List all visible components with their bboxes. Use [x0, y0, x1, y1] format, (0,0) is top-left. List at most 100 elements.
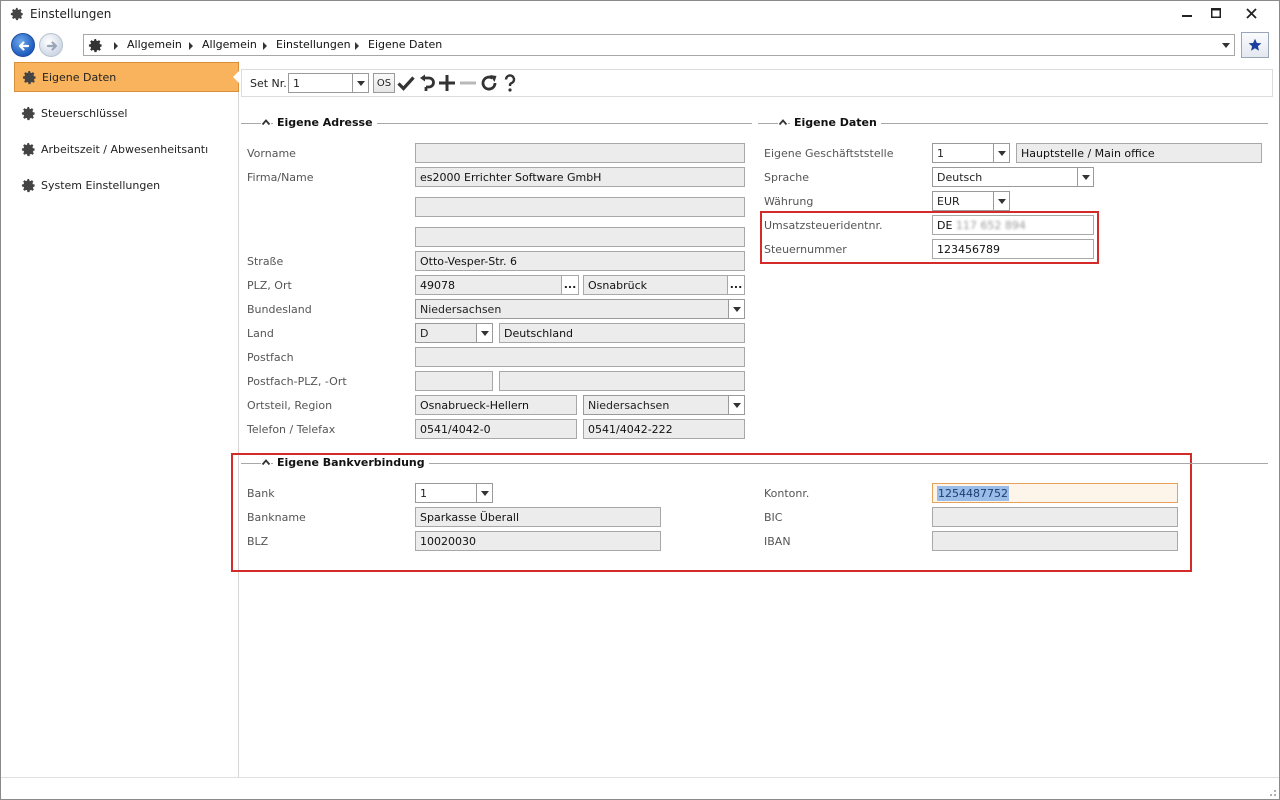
breadcrumb-item[interactable]: Einstellungen — [276, 38, 351, 51]
iban-label: IBAN — [764, 535, 791, 548]
breadcrumb[interactable]: Allgemein Allgemein Einstellungen Eigene… — [83, 34, 1235, 56]
bank-select[interactable]: 1 — [415, 483, 493, 503]
telefax-field[interactable]: 0541/4042-222 — [583, 419, 745, 439]
set-number-value: 1 — [293, 77, 300, 90]
breadcrumb-item[interactable]: Allgemein — [202, 38, 257, 51]
telefon-field[interactable]: 0541/4042-0 — [415, 419, 577, 439]
blz-value: 10020030 — [420, 535, 476, 548]
postfach-field[interactable] — [415, 347, 745, 367]
plz-value: 49078 — [420, 279, 455, 292]
close-button[interactable] — [1234, 1, 1268, 25]
help-icon[interactable] — [500, 73, 520, 93]
plz-ort-label: PLZ, Ort — [247, 279, 292, 292]
ust-field[interactable]: DE 117 652 894 — [932, 215, 1094, 235]
chevron-up-icon[interactable] — [261, 458, 271, 466]
sidebar-item-label: Eigene Daten — [42, 70, 117, 84]
firma-field-1[interactable]: es2000 Errichter Software GmbH — [415, 167, 745, 187]
ort-lookup-button[interactable]: ... — [727, 275, 745, 295]
chevron-down-icon[interactable] — [476, 324, 492, 342]
chevron-down-icon[interactable] — [1077, 168, 1093, 186]
land-name-field[interactable]: Deutschland — [499, 323, 745, 343]
undo-icon[interactable] — [417, 73, 437, 93]
settings-window: Einstellungen Allgemein Allgemein Einste… — [0, 0, 1280, 800]
sidebar-item-arbeitszeit[interactable]: Arbeitszeit / Abwesenheitsantı — [14, 134, 239, 164]
plz-field[interactable]: 49078 — [415, 275, 563, 295]
strasse-field[interactable]: Otto-Vesper-Str. 6 — [415, 251, 745, 271]
land-code-value: D — [420, 327, 429, 340]
chevron-down-icon[interactable] — [352, 74, 368, 92]
add-icon[interactable] — [437, 73, 457, 93]
chevron-down-icon[interactable] — [728, 396, 744, 414]
breadcrumb-item[interactable]: Eigene Daten — [368, 38, 442, 51]
sidebar-item-steuerschluessel[interactable]: Steuerschlüssel — [14, 98, 239, 128]
kontonr-label: Kontonr. — [764, 487, 810, 500]
chevron-up-icon[interactable] — [778, 118, 788, 126]
sidebar-item-eigene-daten[interactable]: Eigene Daten — [14, 62, 239, 92]
land-name-value: Deutschland — [504, 327, 574, 340]
waehrung-select[interactable]: EUR — [932, 191, 1010, 211]
chevron-down-icon[interactable] — [728, 300, 744, 318]
firma-label: Firma/Name — [247, 171, 314, 184]
chevron-up-icon[interactable] — [261, 118, 271, 126]
set-number-select[interactable]: 1 — [288, 73, 369, 93]
postfach-plz-field[interactable] — [415, 371, 493, 391]
geschaeftsstelle-name-value: Hauptstelle / Main office — [1021, 147, 1155, 160]
maximize-button[interactable] — [1199, 1, 1233, 25]
forward-button[interactable] — [39, 33, 63, 57]
checkmark-icon[interactable] — [396, 73, 416, 93]
record-toolbar: Set Nr. 1 OS — [241, 69, 1273, 97]
ort-field[interactable]: Osnabrück — [583, 275, 729, 295]
gear-icon — [22, 70, 36, 84]
chevron-down-icon[interactable] — [993, 192, 1009, 210]
breadcrumb-separator-icon — [114, 42, 118, 50]
favorite-button[interactable] — [1241, 32, 1269, 58]
geschaeftsstelle-name-field: Hauptstelle / Main office — [1016, 143, 1262, 163]
plz-lookup-button[interactable]: ... — [561, 275, 579, 295]
breadcrumb-separator-icon — [355, 42, 359, 50]
back-button[interactable] — [11, 33, 35, 57]
resize-grip-icon[interactable] — [1267, 787, 1277, 797]
ortsteil-field[interactable]: Osnabrueck-Hellern — [415, 395, 577, 415]
geschaeftsstelle-label: Eigene Geschäftststelle — [764, 147, 894, 160]
sidebar-item-label: Arbeitszeit / Abwesenheitsantı — [41, 142, 209, 156]
window-title: Einstellungen — [30, 7, 112, 21]
remove-icon[interactable] — [458, 73, 478, 93]
geschaeftsstelle-select[interactable]: 1 — [932, 143, 1010, 163]
steuernummer-field[interactable]: 123456789 — [932, 239, 1094, 259]
kontonr-field[interactable]: 1254487752 — [932, 483, 1178, 503]
bundesland-select[interactable]: Niedersachsen — [415, 299, 745, 319]
chevron-down-icon[interactable] — [1222, 43, 1230, 48]
postfach-ort-field[interactable] — [499, 371, 745, 391]
bic-field[interactable] — [932, 507, 1178, 527]
steuernummer-value: 123456789 — [937, 243, 1000, 256]
ortsteil-label: Ortsteil, Region — [247, 399, 333, 412]
strasse-label: Straße — [247, 255, 284, 268]
bank-label: Bank — [247, 487, 275, 500]
sprache-select[interactable]: Deutsch — [932, 167, 1094, 187]
chevron-down-icon[interactable] — [993, 144, 1009, 162]
ust-value: DE 117 652 894 — [937, 219, 1026, 232]
vorname-field[interactable] — [415, 143, 745, 163]
strasse-value: Otto-Vesper-Str. 6 — [420, 255, 518, 268]
blz-field[interactable]: 10020030 — [415, 531, 661, 551]
chevron-down-icon[interactable] — [476, 484, 492, 502]
steuernummer-label: Steuernummer — [764, 243, 847, 256]
sidebar: Eigene Daten Steuerschlüssel Arbeitszeit… — [1, 61, 239, 777]
breadcrumb-item[interactable]: Allgemein — [127, 38, 182, 51]
ust-prefix: DE — [937, 219, 953, 232]
bankname-field[interactable]: Sparkasse Überall — [415, 507, 661, 527]
section-title-eigene-adresse: Eigene Adresse — [273, 116, 377, 129]
sprache-value: Deutsch — [937, 171, 983, 184]
firma-field-3[interactable] — [415, 227, 745, 247]
os-button[interactable]: OS — [373, 73, 395, 93]
bundesland-label: Bundesland — [247, 303, 312, 316]
refresh-icon[interactable] — [479, 73, 499, 93]
land-label: Land — [247, 327, 274, 340]
iban-field[interactable] — [932, 531, 1178, 551]
region-select[interactable]: Niedersachsen — [583, 395, 745, 415]
bic-label: BIC — [764, 511, 783, 524]
land-code-select[interactable]: D — [415, 323, 493, 343]
sidebar-item-system-einstellungen[interactable]: System Einstellungen — [14, 170, 239, 200]
firma-field-2[interactable] — [415, 197, 745, 217]
gear-icon — [21, 178, 35, 192]
